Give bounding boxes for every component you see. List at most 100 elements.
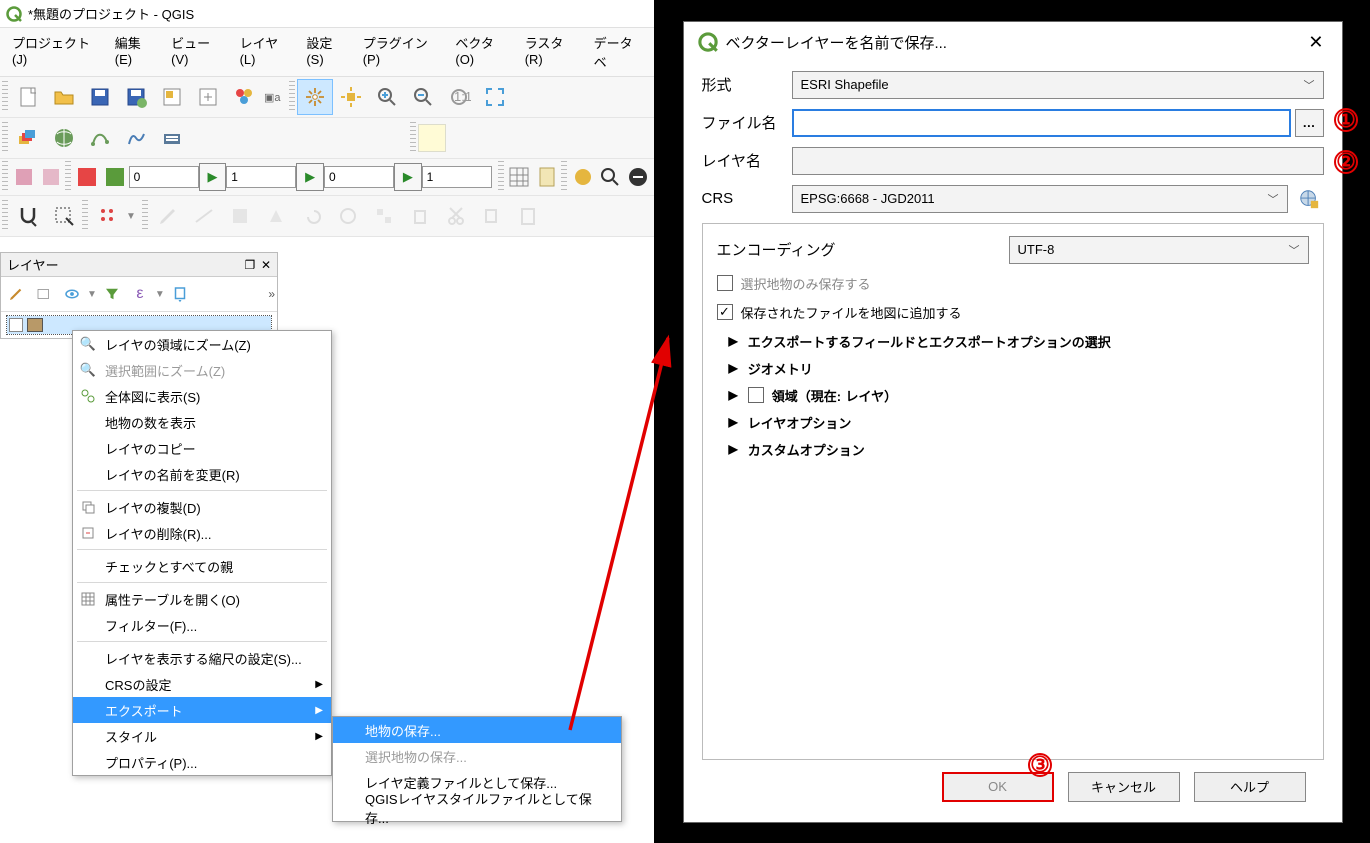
row-add-to-map[interactable]: 保存されたファイルを地図に追加する (717, 303, 1309, 322)
row-selected-only[interactable]: 選択地物のみ保存する (717, 274, 1309, 293)
crs-select-button[interactable] (1294, 185, 1324, 213)
toolbar-grip[interactable] (2, 81, 8, 113)
ctx-remove-layer[interactable]: レイヤの削除(R)... (73, 520, 331, 546)
zoom-in-button[interactable] (369, 79, 405, 115)
step-right-3-button[interactable]: ▶ (394, 163, 422, 191)
toolbar-grip[interactable] (410, 122, 416, 154)
pan-button[interactable] (297, 79, 333, 115)
dots-red-button[interactable] (90, 198, 126, 234)
add-to-map-checkbox[interactable] (717, 304, 733, 320)
ctx-style[interactable]: スタイル▶ (73, 723, 331, 749)
ctx-filter[interactable]: フィルター(F)... (73, 612, 331, 638)
group-geometry[interactable]: ▶ジオメトリ (729, 359, 1309, 378)
toolbar-grip[interactable] (289, 81, 295, 113)
layer-style-button[interactable] (3, 281, 29, 307)
ctx-check-parents[interactable]: チェックとすべての親 (73, 553, 331, 579)
toolbar-grip[interactable] (82, 200, 88, 232)
panel-close-icon[interactable]: ✕ (261, 258, 271, 272)
crs-combo[interactable]: EPSG:6668 - JGD2011 ﹀ (792, 185, 1288, 213)
encoding-combo[interactable]: UTF-8 ﹀ (1009, 236, 1309, 264)
extent-y1-input[interactable] (422, 166, 492, 188)
ctx-duplicate-layer[interactable]: レイヤの複製(D) (73, 494, 331, 520)
save-project-button[interactable] (82, 79, 118, 115)
snapping-button[interactable] (10, 198, 46, 234)
ctx-show-feature-count[interactable]: 地物の数を表示 (73, 409, 331, 435)
toolbar-grip[interactable] (561, 161, 567, 193)
new-project-button[interactable] (10, 79, 46, 115)
step-right-1-button[interactable]: ▶ (199, 163, 227, 191)
group-extent[interactable]: ▶領域（現在: レイヤ） (729, 386, 1309, 405)
ctx-open-attr-table[interactable]: 属性テーブルを開く(O) (73, 586, 331, 612)
ctx-scale-visibility[interactable]: レイヤを表示する縮尺の設定(S)... (73, 645, 331, 671)
layername-input[interactable] (792, 147, 1324, 175)
ctx-crs-setting[interactable]: CRSの設定▶ (73, 671, 331, 697)
ctx-export[interactable]: エクスポート▶ (73, 697, 331, 723)
ctx-properties[interactable]: プロパティ(P)... (73, 749, 331, 775)
select-rect-button[interactable] (46, 198, 82, 234)
layout-new-button[interactable] (190, 79, 226, 115)
new-geopackage-button[interactable] (46, 120, 82, 156)
ctx-show-in-overview[interactable]: 全体図に表示(S) (73, 383, 331, 409)
group-fields[interactable]: ▶エクスポートするフィールドとエクスポートオプションの選択 (729, 332, 1309, 351)
format-combo[interactable]: ESRI Shapefile ﹀ (792, 71, 1324, 99)
ctx-rename-layer[interactable]: レイヤの名前を変更(R) (73, 461, 331, 487)
menu-settings[interactable]: 設定(S) (298, 30, 354, 74)
menu-plugin[interactable]: プラグイン(P) (355, 30, 448, 74)
help-button[interactable]: ヘルプ (1194, 772, 1306, 802)
layer-checkbox[interactable] (9, 318, 23, 332)
extent-x0-input[interactable] (129, 166, 199, 188)
zoom-full-button[interactable] (477, 79, 513, 115)
toolbar-grip[interactable] (498, 161, 504, 193)
new-shapefile-button[interactable] (82, 120, 118, 156)
field-calc-button[interactable] (533, 163, 561, 191)
grid-red-button[interactable] (73, 163, 101, 191)
open-data-source-button[interactable] (10, 120, 46, 156)
toolbar-grip[interactable] (2, 122, 8, 154)
panel-overflow-icon[interactable]: » (268, 287, 275, 301)
menu-project[interactable]: プロジェクト(J) (4, 30, 107, 74)
menu-layer[interactable]: レイヤ(L) (232, 30, 299, 74)
zoom-native-button[interactable]: 1:1 (441, 79, 477, 115)
filename-input[interactable] (792, 109, 1292, 137)
menu-database[interactable]: データベ (586, 30, 650, 74)
tip-button[interactable] (418, 124, 446, 152)
expression-button[interactable]: ε (127, 281, 153, 307)
toolbar-grip[interactable] (2, 200, 8, 232)
cancel-button[interactable]: キャンセル (1068, 772, 1180, 802)
stop-button[interactable] (624, 163, 652, 191)
selected-only-checkbox[interactable] (717, 275, 733, 291)
expand-all-button[interactable] (167, 281, 193, 307)
search-button[interactable] (597, 163, 625, 191)
filename-browse-button[interactable]: … (1295, 109, 1323, 137)
group-custom-options[interactable]: ▶カスタムオプション (729, 440, 1309, 459)
menu-vector[interactable]: ベクタ(O) (447, 30, 516, 74)
layout-manager-button[interactable] (154, 79, 190, 115)
toolbar-grip[interactable] (2, 161, 8, 193)
step-right-2-button[interactable]: ▶ (296, 163, 324, 191)
menu-edit[interactable]: 編集(E) (107, 30, 163, 74)
extent-checkbox[interactable] (748, 387, 764, 403)
ctx-copy-layer[interactable]: レイヤのコピー (73, 435, 331, 461)
group-layer-options[interactable]: ▶レイヤオプション (729, 413, 1309, 432)
layer-visibility-button[interactable] (59, 281, 85, 307)
grid-green-button[interactable] (101, 163, 129, 191)
pan-to-selection-button[interactable] (333, 79, 369, 115)
zoom-out-button[interactable] (405, 79, 441, 115)
save-as-button[interactable] (118, 79, 154, 115)
panel-float-icon[interactable]: ❐ (245, 258, 256, 272)
menu-view[interactable]: ビュー(V) (163, 30, 231, 74)
open-project-button[interactable] (46, 79, 82, 115)
sub-save-style[interactable]: QGISレイヤスタイルファイルとして保存... (333, 795, 621, 821)
layer-add-group-button[interactable] (31, 281, 57, 307)
layer-filter-button[interactable] (99, 281, 125, 307)
toolbar-grip[interactable] (65, 161, 71, 193)
toolbar-grip[interactable] (142, 200, 148, 232)
style-manager-button[interactable] (226, 79, 262, 115)
vertex-tool-button[interactable] (38, 163, 66, 191)
sub-save-features[interactable]: 地物の保存... (333, 717, 621, 743)
extent-x1-input[interactable] (226, 166, 296, 188)
ctx-zoom-to-layer[interactable]: 🔍レイヤの領域にズーム(Z) (73, 331, 331, 357)
attr-table-button[interactable] (506, 163, 534, 191)
dialog-close-button[interactable]: ✕ (1304, 32, 1327, 53)
toggle-editing-button[interactable] (10, 163, 38, 191)
